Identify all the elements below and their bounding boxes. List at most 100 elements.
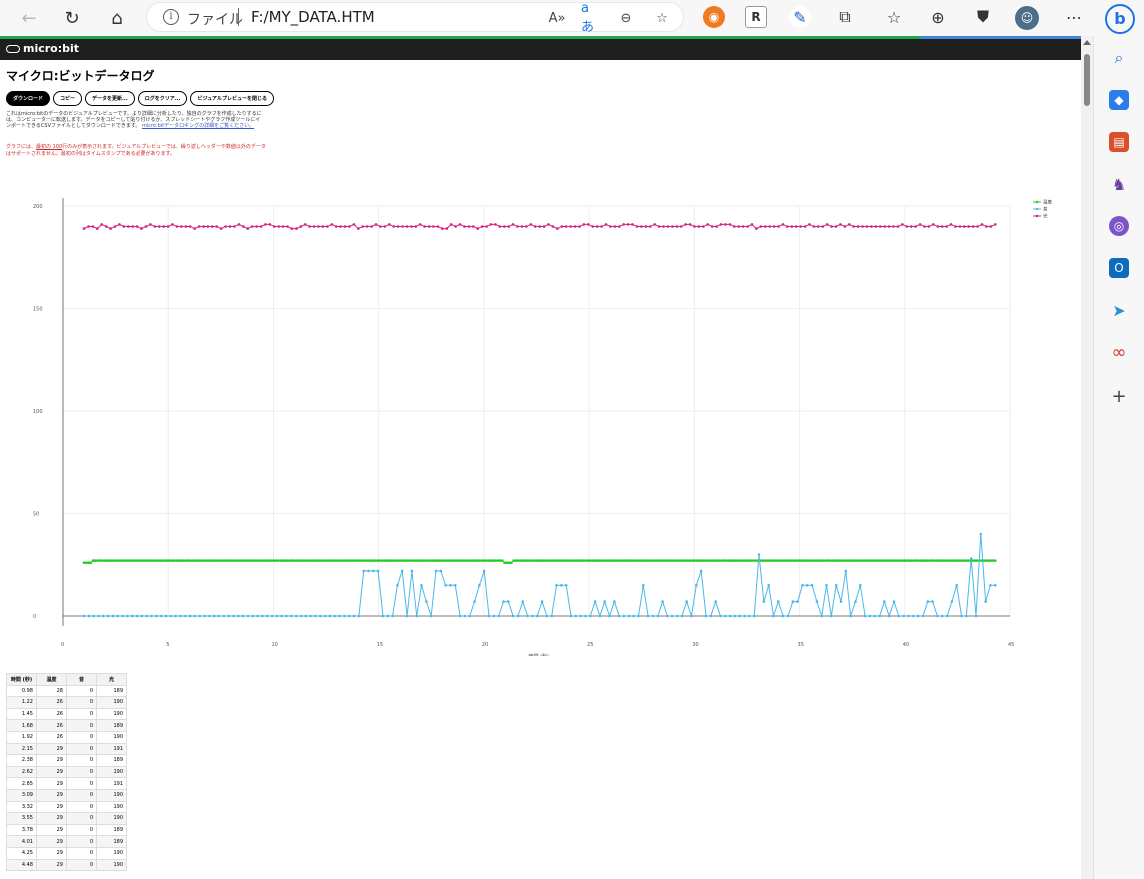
table-cell: 0 [66,696,97,709]
translate-icon[interactable]: aあ [581,1,601,35]
data-point [632,614,635,618]
copy-button[interactable]: コピー [53,91,83,106]
data-point [984,559,988,562]
back-button[interactable]: ← [15,4,43,32]
table-cell: 190 [96,707,127,721]
data-point [242,225,245,228]
data-point [604,223,608,226]
table-cell: 4.25 [6,846,37,860]
data-point [501,559,504,562]
data-point [222,559,226,562]
update-data-button[interactable]: データを更新... [85,91,135,106]
home-button[interactable]: ⌂ [103,4,131,32]
data-point [662,225,665,228]
download-button[interactable]: ダウンロード [6,91,51,106]
data-point [131,614,134,618]
data-point [625,559,628,562]
data-point [295,227,298,230]
extension-feather-icon[interactable]: ✎ [789,6,811,28]
data-point [950,600,954,603]
data-point [541,559,545,562]
refresh-button[interactable]: ↻ [58,4,86,32]
data-point [569,225,572,228]
extension-orange-icon[interactable]: ◉ [703,6,725,28]
data-point [96,227,99,230]
data-point [989,559,992,562]
scroll-up-arrow[interactable] [1083,40,1091,45]
data-point [281,559,285,562]
data-point [82,227,86,230]
shopping-tag-icon[interactable]: ◆ [1109,90,1129,110]
data-point [449,584,452,587]
data-point [439,569,443,573]
profile-avatar[interactable]: ☺ [1015,6,1039,30]
learn-more-link[interactable]: micro:bitデータロギングの詳細をご覧ください。 [142,123,254,129]
bing-copilot-icon[interactable]: b [1105,4,1135,34]
data-point [381,559,384,562]
send-icon[interactable]: ➤ [1109,300,1129,320]
table-header-row: 時間 (秒) 温度音光 [6,673,127,686]
address-bar[interactable]: i ファイル F:/MY_DATA.HTM A» aあ ⊖ ☆ [146,1,684,35]
data-point [542,225,546,228]
data-point [684,223,687,226]
data-point [236,559,240,562]
read-aloud-icon[interactable]: A» [547,8,567,28]
data-point [764,225,767,228]
office-icon[interactable]: ◎ [1109,216,1129,236]
table-cell: 0 [66,742,97,756]
data-point [560,584,563,587]
data-point [713,559,717,562]
collections-icon[interactable]: ⊕ [926,5,950,29]
clear-log-button[interactable]: ログをクリア... [137,91,188,106]
favorites-icon[interactable]: ☆ [882,5,906,29]
close-preview-button[interactable]: ビジュアルプレビューを閉じる [190,91,274,106]
data-point [338,559,341,562]
data-point [437,559,441,562]
table-cell: 26 [36,707,67,721]
search-icon[interactable]: ⌕ [1109,48,1129,68]
data-point [815,600,819,603]
data-point [839,223,842,226]
games-chess-icon[interactable]: ♞ [1109,174,1129,194]
data-point [497,614,501,618]
table-cell: 29 [36,812,67,825]
security-shield-icon[interactable]: ⛊ [971,5,995,29]
address-url[interactable]: F:/MY_DATA.HTM [251,8,375,26]
table-cell: 29 [36,777,67,790]
tools-briefcase-icon[interactable]: ▤ [1109,132,1129,152]
data-point [772,614,775,618]
data-point [498,225,502,228]
data-point [579,614,582,618]
data-point [608,614,611,618]
data-point [617,614,621,618]
table-cell: 29 [36,858,67,872]
data-point [211,225,214,228]
scroll-thumb[interactable] [1084,54,1090,106]
data-point [126,614,129,618]
outlook-icon[interactable]: O [1109,258,1129,278]
add-favorite-icon[interactable]: ☆ [652,8,672,28]
page-scrollbar[interactable] [1081,36,1093,879]
data-point [202,225,205,228]
data-point [326,225,329,228]
data-point [410,559,414,562]
add-sidebar-icon[interactable]: + [1109,386,1129,407]
y-tick-label: 150 [33,307,43,313]
data-point [233,225,236,228]
data-point [923,225,926,228]
more-menu-icon[interactable]: ⋯ [1062,5,1086,29]
data-point [224,225,227,228]
data-point [463,614,467,618]
loop-icon[interactable]: ∞ [1109,342,1129,363]
data-point [212,614,216,618]
x-tick-label: 15 [377,642,383,648]
extensions-puzzle-icon[interactable]: ⧉ [833,5,857,29]
data-point [444,559,448,562]
data-point [661,600,664,603]
data-point [476,227,480,230]
info-icon[interactable]: i [163,9,179,25]
zoom-out-icon[interactable]: ⊖ [616,8,636,28]
data-point [724,223,727,226]
table-cell: 0 [66,858,97,872]
extension-rw-icon[interactable]: R [745,6,767,28]
